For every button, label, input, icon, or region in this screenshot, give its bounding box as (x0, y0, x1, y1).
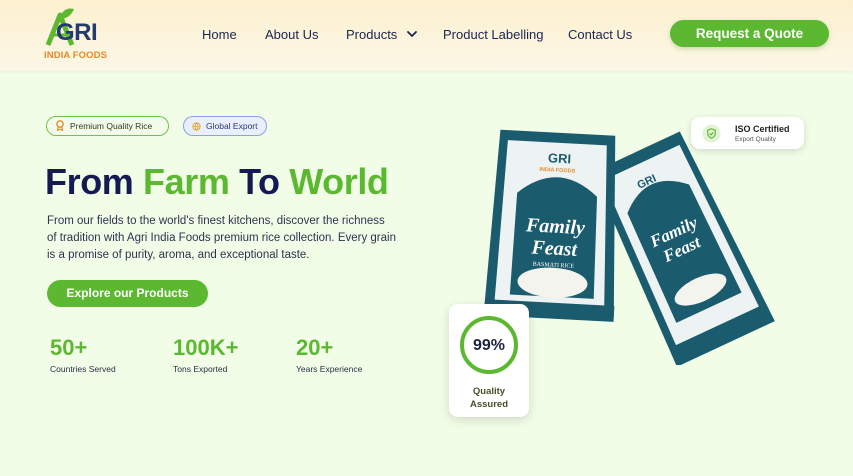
quality-percent: 99% (472, 337, 506, 354)
nav-products[interactable]: Products (346, 27, 417, 42)
badge-label: Global Export (206, 121, 258, 131)
hero-title-word: World (289, 161, 389, 202)
globe-icon (192, 122, 201, 131)
hero-title-word: Farm (143, 161, 230, 202)
bag-title-line: Feast (530, 236, 579, 260)
bag-brand: GRI (548, 150, 572, 166)
nav-contact-us[interactable]: Contact Us (568, 27, 632, 42)
quality-label-line: Quality (472, 386, 506, 397)
global-export-badge: Global Export (183, 116, 267, 136)
nav-about-us[interactable]: About Us (265, 27, 318, 42)
stat-years: 20+ Years Experience (296, 335, 362, 374)
stat-value: 20+ (296, 335, 334, 360)
premium-quality-badge: Premium Quality Rice (46, 116, 169, 136)
brand-logo[interactable]: GRI INDIA FOODS (44, 7, 124, 63)
hero-description: From our fields to the world's finest ki… (47, 215, 396, 261)
explore-products-button[interactable]: Explore our Products (47, 280, 208, 307)
quality-label-line: Assured (469, 399, 508, 410)
stat-label: Tons Exported (173, 364, 228, 374)
request-quote-button[interactable]: Request a Quote (670, 20, 829, 47)
stat-label: Countries Served (50, 364, 116, 374)
stat-countries: 50+ Countries Served (50, 335, 116, 374)
nav-product-labelling[interactable]: Product Labelling (443, 27, 543, 42)
quality-label: Quality Assured (449, 385, 529, 411)
site-header: GRI INDIA FOODS Home About Us Products P… (0, 0, 853, 71)
badge-label: Premium Quality Rice (70, 121, 153, 131)
shield-check-icon (702, 124, 721, 143)
bag-title-line: Family (524, 214, 585, 239)
medal-icon (56, 120, 64, 131)
hero-title-word: From (45, 161, 134, 202)
iso-certified-card: ISO Certified Export Quality (691, 117, 804, 149)
nav-home[interactable]: Home (202, 27, 237, 42)
stat-value: 50+ (50, 335, 88, 360)
hero-title: From Farm To World (45, 161, 389, 203)
stat-value: 100K+ (173, 335, 239, 360)
chevron-down-icon (407, 31, 417, 37)
stat-label: Years Experience (296, 364, 363, 374)
stat-tons: 100K+ Tons Exported (173, 335, 238, 374)
iso-subtitle: Export Quality (735, 136, 776, 143)
brand-name: GRI (56, 19, 98, 46)
nav-products-label: Products (346, 27, 398, 42)
quality-assured-card: 99% Quality Assured (449, 304, 529, 417)
iso-title: ISO Certified (735, 124, 790, 134)
brand-subtitle: INDIA FOODS (44, 50, 108, 61)
hero-title-word: To (239, 161, 280, 202)
